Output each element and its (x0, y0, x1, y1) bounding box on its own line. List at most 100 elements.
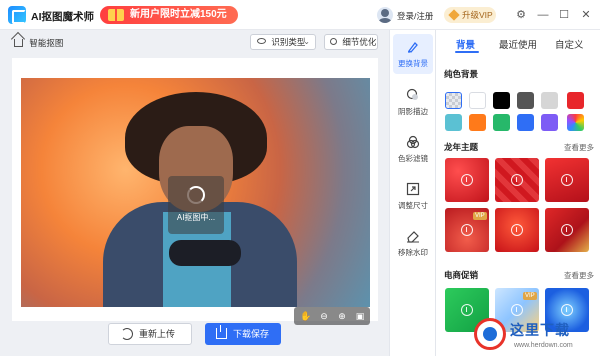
hand-icon[interactable]: ✋ (300, 310, 312, 322)
download-icon (216, 325, 227, 339)
tab-recent[interactable]: 最近使用 (499, 37, 537, 51)
eraser-icon (406, 229, 420, 243)
bg-thumbnail[interactable] (495, 208, 539, 252)
download-circle-icon (461, 224, 473, 236)
chevron-down-icon: ⌄ (303, 37, 310, 46)
download-circle-icon (461, 174, 473, 186)
app-logo-icon (8, 6, 26, 24)
promo-text: 新用户限时立减150元 (130, 9, 227, 20)
site-watermark: 这里下载 www.herdown.com (470, 316, 600, 356)
swatch-purple[interactable] (541, 114, 558, 131)
swatch-red[interactable] (567, 92, 584, 109)
download-circle-icon (461, 304, 473, 316)
download-circle-icon (511, 224, 523, 236)
swatch-custom-color[interactable] (567, 114, 584, 131)
zoom-out-icon[interactable]: ⊖ (318, 310, 330, 322)
dragon-theme-title: 龙年主题 (444, 142, 479, 152)
spinner-icon (187, 186, 205, 204)
tool-label: 色彩滤镜 (398, 154, 428, 163)
download-label: 下载保存 (233, 329, 270, 339)
image-canvas[interactable]: AI抠图中... ✋ ⊖ ⊕ ▣ (12, 58, 378, 325)
editor-panel: 智能抠图 识别类型 ⌄ 细节优化 AI抠图中... ✋ ⊖ ⊕ ▣ 重新上传 下… (8, 34, 384, 356)
tab-custom[interactable]: 自定义 (555, 37, 584, 51)
download-circle-icon (561, 224, 573, 236)
promo-banner[interactable]: 新用户限时立减150元 (100, 6, 238, 24)
swatch-green[interactable] (493, 114, 510, 131)
vip-label: 升级VIP (462, 10, 493, 20)
swatch-blue[interactable] (517, 114, 534, 131)
swatch-teal[interactable] (445, 114, 462, 131)
download-circle-icon (511, 174, 523, 186)
loading-overlay: AI抠图中... (168, 176, 224, 234)
smart-cutout-tab[interactable]: 智能抠图 (14, 37, 63, 49)
detail-optimize-label: 细节优化 (342, 37, 377, 47)
user-avatar-icon[interactable] (377, 7, 393, 23)
ecommerce-title: 电商促销 (444, 270, 479, 280)
bg-thumbnail[interactable] (445, 158, 489, 202)
active-tab-indicator (455, 51, 479, 53)
download-circle-icon (561, 304, 573, 316)
gift-icon (108, 9, 124, 21)
smart-cutout-label: 智能抠图 (29, 38, 64, 48)
swatch-light-gray[interactable] (541, 92, 558, 109)
watermark-logo-icon (474, 318, 506, 350)
watermark-text: 这里下载 (510, 323, 570, 339)
swatch-black[interactable] (493, 92, 510, 109)
loading-text: AI抠图中... (176, 213, 216, 222)
refresh-icon (121, 328, 133, 340)
brush-icon (406, 40, 420, 54)
reupload-label: 重新上传 (139, 329, 176, 339)
close-icon[interactable]: ✕ (578, 7, 594, 23)
download-circle-icon (561, 174, 573, 186)
eye-icon (257, 38, 266, 44)
tab-background[interactable]: 背景 (456, 37, 475, 51)
solid-bg-title: 纯色背景 (444, 69, 479, 79)
app-title: AI抠图魔术师 (31, 11, 94, 23)
zoom-toolbar: ✋ ⊖ ⊕ ▣ (294, 307, 370, 325)
resize-icon (406, 182, 420, 196)
recognition-type-label: 识别类型 (271, 37, 306, 47)
vip-badge: VIP (473, 212, 487, 220)
swatch-white[interactable] (469, 92, 486, 109)
tool-label: 调整尺寸 (398, 201, 428, 210)
fit-icon[interactable]: ▣ (354, 310, 366, 322)
ecommerce-see-more-link[interactable]: 查看更多 (564, 270, 594, 281)
vip-badge: VIP (523, 292, 537, 300)
vip-diamond-icon (448, 9, 460, 21)
watermark-url: www.herdown.com (514, 342, 573, 349)
tool-label: 阴影描边 (398, 107, 428, 116)
bg-thumbnail[interactable] (545, 158, 589, 202)
swatch-transparent[interactable] (445, 92, 462, 109)
swatch-orange[interactable] (469, 114, 486, 131)
tool-resize[interactable]: 调整尺寸 (393, 176, 433, 216)
recognition-type-dropdown[interactable]: 识别类型 ⌄ (250, 34, 316, 50)
login-register-link[interactable]: 登录/注册 (397, 10, 433, 22)
photo-gamepad (169, 240, 241, 266)
swatch-dark-gray[interactable] (517, 92, 534, 109)
upgrade-vip-button[interactable]: 升级VIP (444, 7, 496, 23)
bg-thumbnail[interactable] (495, 158, 539, 202)
tool-change-background[interactable]: 更换背景 (393, 34, 433, 74)
shadow-icon (406, 88, 420, 102)
tool-shadow-outline[interactable]: 阴影描边 (393, 82, 433, 122)
detail-optimize-button[interactable]: 细节优化 (324, 34, 378, 50)
minimize-icon[interactable]: — (535, 7, 551, 23)
zoom-in-icon[interactable]: ⊕ (336, 310, 348, 322)
download-save-button[interactable]: 下载保存 (205, 323, 281, 345)
background-panel: 背景 最近使用 自定义 纯色背景 龙年主题 查看更多 VIP 电商促销 查看更多… (436, 30, 600, 356)
dragon-see-more-link[interactable]: 查看更多 (564, 142, 594, 153)
bg-thumbnail[interactable]: VIP (445, 208, 489, 252)
maximize-icon[interactable]: ☐ (556, 7, 572, 23)
tool-remove-watermark[interactable]: 移除水印 (393, 223, 433, 263)
tool-strip: 更换背景 阴影描边 色彩滤镜 调整尺寸 移除水印 (389, 30, 436, 356)
reupload-button[interactable]: 重新上传 (108, 323, 192, 345)
home-icon (14, 39, 23, 47)
magnifier-icon (330, 38, 337, 45)
bg-thumbnail[interactable] (545, 208, 589, 252)
title-bar: AI抠图魔术师 新用户限时立减150元 登录/注册 升级VIP ⚙ — ☐ ✕ (0, 0, 600, 30)
tool-color-filter[interactable]: 色彩滤镜 (393, 129, 433, 169)
filter-icon (406, 135, 420, 149)
tool-label: 移除水印 (398, 248, 428, 257)
download-circle-icon (511, 304, 523, 316)
settings-icon[interactable]: ⚙ (513, 7, 529, 23)
